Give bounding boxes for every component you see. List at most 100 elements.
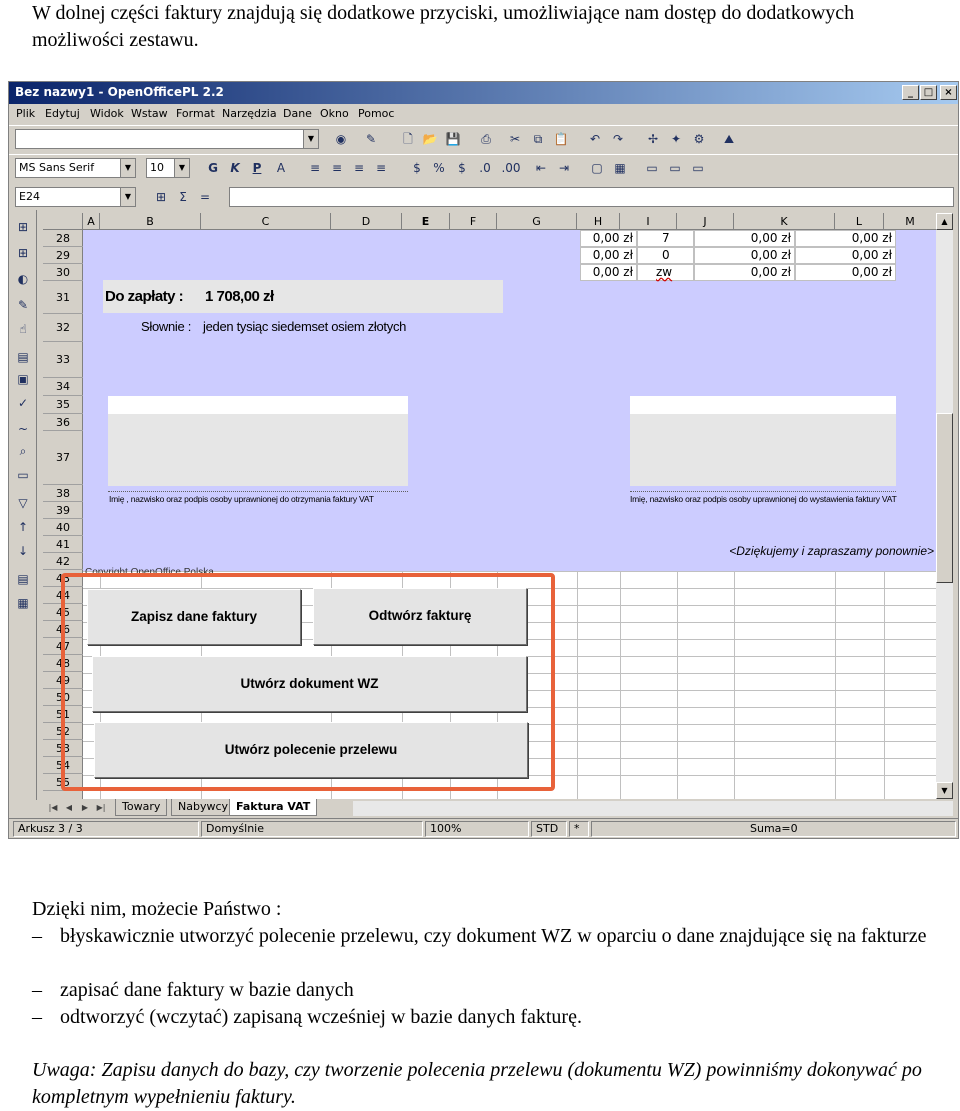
signature-box-left[interactable] bbox=[108, 396, 408, 486]
chart-icon[interactable]: ⛰ bbox=[719, 129, 739, 149]
save-icon[interactable]: 💾 bbox=[443, 129, 463, 149]
redo-icon[interactable]: ↷ bbox=[608, 129, 628, 149]
new-document-icon[interactable]: 🗋 bbox=[398, 129, 418, 149]
menu-help[interactable]: Pomoc bbox=[358, 107, 394, 120]
column-header[interactable]: I bbox=[620, 213, 677, 230]
url-combo[interactable]: ▼ bbox=[15, 129, 319, 149]
status-mode[interactable]: STD bbox=[531, 821, 567, 837]
column-header[interactable]: E bbox=[402, 213, 450, 230]
column-header[interactable]: H bbox=[577, 213, 620, 230]
table-cell[interactable]: 0,00 zł bbox=[795, 230, 896, 247]
function-button[interactable]: = bbox=[195, 187, 215, 207]
insert-cells-icon[interactable]: ⊞ bbox=[14, 244, 32, 262]
select-text-icon[interactable]: ▤ bbox=[14, 348, 32, 366]
chevron-down-icon[interactable]: ▼ bbox=[174, 159, 189, 177]
menu-edit[interactable]: Edytuj bbox=[45, 107, 80, 120]
decrease-indent-icon[interactable]: ⇤ bbox=[531, 158, 551, 178]
align-left-icon[interactable]: ≡ bbox=[305, 158, 325, 178]
copy-icon[interactable]: ⧉ bbox=[528, 129, 548, 149]
column-header[interactable]: C bbox=[201, 213, 331, 230]
table-cell[interactable]: 0,00 zł bbox=[694, 247, 795, 264]
gallery-icon[interactable]: ✦ bbox=[666, 129, 686, 149]
navigator-panel-icon[interactable]: ▭ bbox=[14, 466, 32, 484]
menu-window[interactable]: Okno bbox=[320, 107, 349, 120]
cut-icon[interactable]: ✂ bbox=[505, 129, 525, 149]
horizontal-scrollbar[interactable] bbox=[353, 801, 953, 816]
show-draw-icon[interactable]: ✎ bbox=[14, 296, 32, 314]
chevron-down-icon[interactable]: ▼ bbox=[303, 130, 318, 148]
insert-icon[interactable]: ⊞ bbox=[14, 218, 32, 236]
zoom-icon[interactable]: ▣ bbox=[14, 370, 32, 388]
table-cell[interactable]: 0,00 zł bbox=[580, 247, 637, 264]
font-color-icon[interactable]: A bbox=[271, 158, 291, 178]
function-wizard-icon[interactable]: ⊞ bbox=[151, 187, 171, 207]
row-header[interactable]: 28 bbox=[43, 230, 83, 247]
menu-tools[interactable]: Narzędzia bbox=[222, 107, 277, 120]
navigator-icon[interactable]: ✢ bbox=[643, 129, 663, 149]
find-icon[interactable]: ⌕ bbox=[14, 442, 32, 460]
row-header[interactable]: 38 bbox=[43, 485, 83, 502]
minimize-button[interactable]: _ bbox=[902, 85, 919, 100]
increase-indent-icon[interactable]: ⇥ bbox=[554, 158, 574, 178]
spellcheck-icon[interactable]: ✓ bbox=[14, 394, 32, 412]
menu-format[interactable]: Format bbox=[176, 107, 215, 120]
row-header[interactable]: 39 bbox=[43, 502, 83, 519]
row-header[interactable]: 29 bbox=[43, 247, 83, 264]
column-header[interactable]: B bbox=[100, 213, 201, 230]
delete-decimal-icon[interactable]: .00 bbox=[501, 158, 521, 178]
scroll-up-icon[interactable]: ▲ bbox=[936, 213, 953, 230]
sum-button[interactable]: Σ bbox=[173, 187, 193, 207]
align-top-icon[interactable]: ▭ bbox=[642, 158, 662, 178]
sort-descending-icon[interactable]: ↓ bbox=[14, 542, 32, 560]
tab-towary[interactable]: Towary bbox=[115, 799, 168, 816]
menu-insert[interactable]: Wstaw bbox=[131, 107, 168, 120]
chevron-down-icon[interactable]: ▼ bbox=[120, 159, 135, 177]
tab-faktura-vat[interactable]: Faktura VAT bbox=[229, 799, 318, 816]
font-name-combo[interactable]: MS Sans Serif ▼ bbox=[15, 158, 136, 178]
column-header[interactable]: D bbox=[331, 213, 402, 230]
align-right-icon[interactable]: ≡ bbox=[349, 158, 369, 178]
row-header[interactable]: 41 bbox=[43, 536, 83, 553]
font-size-combo[interactable]: 10 ▼ bbox=[146, 158, 190, 178]
maximize-button[interactable]: □ bbox=[920, 85, 937, 100]
column-header[interactable]: L bbox=[835, 213, 884, 230]
form-controls-icon[interactable]: ☝ bbox=[14, 320, 32, 338]
row-header[interactable]: 34 bbox=[43, 378, 83, 396]
menu-data[interactable]: Dane bbox=[283, 107, 312, 120]
table-cell[interactable]: 0 bbox=[637, 247, 694, 264]
table-cell[interactable]: 7 bbox=[637, 230, 694, 247]
menu-file[interactable]: Plik bbox=[16, 107, 35, 120]
vertical-scrollbar[interactable]: ▲ ▼ bbox=[936, 213, 953, 799]
column-header[interactable]: J bbox=[677, 213, 734, 230]
table-cell[interactable]: zw bbox=[637, 264, 694, 281]
underline-button[interactable]: P bbox=[247, 158, 267, 178]
corner-cell[interactable] bbox=[43, 213, 83, 230]
table-cell[interactable]: 0,00 zł bbox=[694, 230, 795, 247]
edit-file-icon[interactable]: ✎ bbox=[361, 129, 381, 149]
row-header[interactable]: 31 bbox=[43, 281, 83, 314]
row-header[interactable]: 36 bbox=[43, 414, 83, 431]
align-middle-icon[interactable]: ▭ bbox=[665, 158, 685, 178]
table-cell[interactable]: 0,00 zł bbox=[795, 247, 896, 264]
last-sheet-icon[interactable]: ▶| bbox=[95, 801, 107, 814]
table-cell[interactable]: 0,00 zł bbox=[795, 264, 896, 281]
row-header[interactable]: 30 bbox=[43, 264, 83, 281]
sort-ascending-icon[interactable]: ↑ bbox=[14, 518, 32, 536]
signature-box-right[interactable] bbox=[630, 396, 896, 486]
autospellcheck-icon[interactable]: ~ bbox=[14, 420, 32, 438]
row-header[interactable]: 32 bbox=[43, 314, 83, 342]
next-sheet-icon[interactable]: ▶ bbox=[79, 801, 91, 814]
insert-object-icon[interactable]: ◐ bbox=[14, 270, 32, 288]
menu-view[interactable]: Widok bbox=[90, 107, 124, 120]
formula-input[interactable] bbox=[229, 187, 954, 207]
align-center-icon[interactable]: ≡ bbox=[327, 158, 347, 178]
percent-icon[interactable]: % bbox=[429, 158, 449, 178]
print-icon[interactable]: ⎙ bbox=[476, 129, 496, 149]
open-folder-icon[interactable]: 📂 bbox=[420, 129, 440, 149]
currency-icon[interactable]: $ bbox=[407, 158, 427, 178]
add-decimal-icon[interactable]: .0 bbox=[475, 158, 495, 178]
scroll-down-icon[interactable]: ▼ bbox=[936, 782, 953, 799]
name-box[interactable]: E24 ▼ bbox=[15, 187, 136, 207]
bold-button[interactable]: G bbox=[203, 158, 223, 178]
insert-pivot-icon[interactable]: ▤ bbox=[14, 570, 32, 588]
